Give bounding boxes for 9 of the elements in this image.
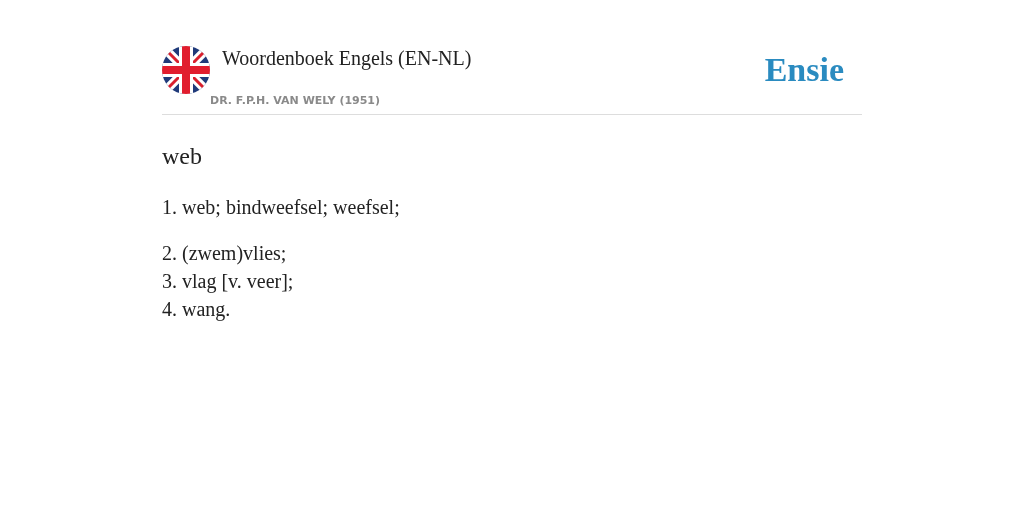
headword: web xyxy=(162,142,203,171)
definition-item: 1. web; bindweefsel; weefsel; xyxy=(162,195,401,220)
dictionary-title: Woordenboek Engels (EN-NL) xyxy=(222,46,472,70)
definition-item: 3. vlag [v. veer]; xyxy=(162,269,295,295)
flag-icon xyxy=(162,46,210,94)
author-label: DR. F.P.H. VAN WELY (1951) xyxy=(210,94,382,108)
brand-logo[interactable]: Ensie xyxy=(764,48,844,92)
definition-item: 2. (zwem)vlies; xyxy=(162,241,288,267)
definition-item: 4. wang. xyxy=(162,297,232,323)
